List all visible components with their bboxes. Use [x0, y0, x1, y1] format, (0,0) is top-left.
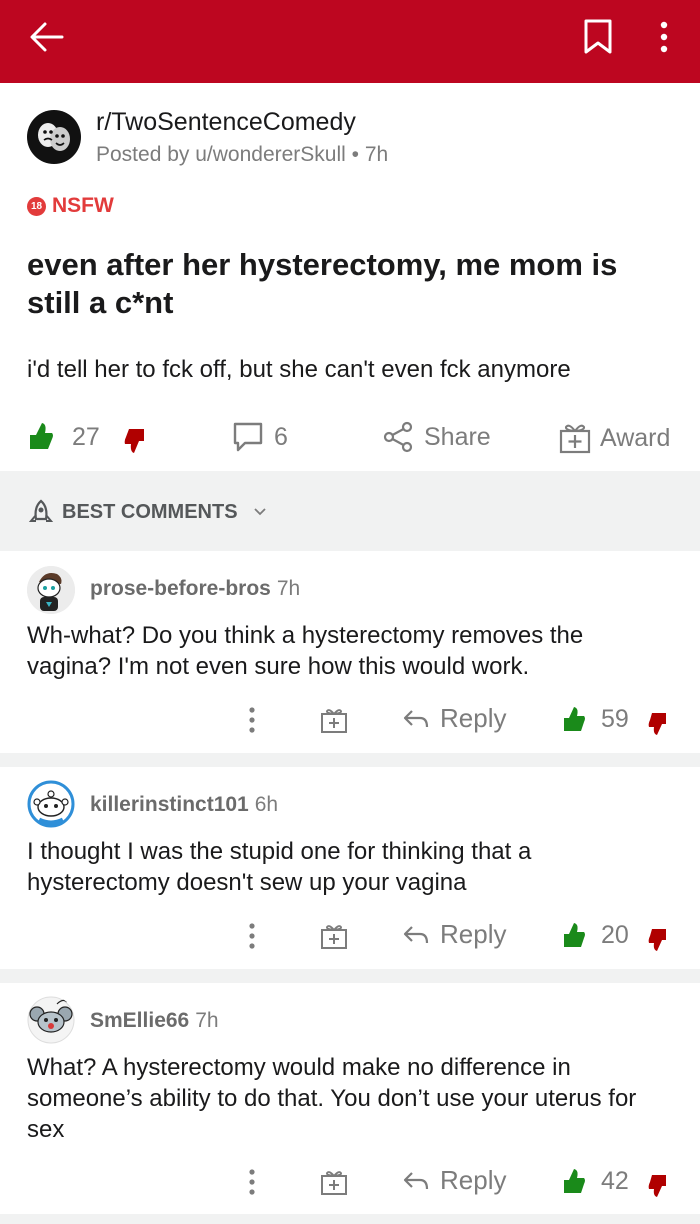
post-card: r/TwoSentenceComedy Posted by u/wonderer…	[0, 83, 700, 471]
comment-sort-bar[interactable]: BEST COMMENTS	[0, 471, 700, 551]
avatar[interactable]	[27, 780, 75, 828]
downvote-icon[interactable]	[648, 711, 668, 737]
reply-arrow-icon	[403, 1171, 429, 1189]
snoo-avatar-icon	[27, 566, 75, 614]
comment-action-bar: Reply 20	[0, 917, 700, 957]
downvote-icon[interactable]	[124, 427, 146, 455]
subreddit-name[interactable]: r/TwoSentenceComedy	[96, 108, 356, 137]
avatar[interactable]	[27, 566, 75, 614]
comment-username[interactable]: prose-before-bros	[90, 577, 271, 600]
post-score: 27	[72, 423, 100, 451]
post-body: i'd tell her to fck off, but she can't e…	[27, 356, 571, 383]
gift-icon	[559, 424, 591, 454]
award-button[interactable]: Award	[558, 421, 670, 455]
rocket-icon	[28, 499, 54, 522]
reply-button[interactable]: Reply	[402, 919, 506, 950]
comment-item: SmEllie66 7h What? A hysterectomy would m…	[0, 983, 700, 1214]
nsfw-18-icon: 18	[27, 196, 46, 216]
comments-button[interactable]: 6	[232, 421, 288, 453]
comment-action-bar: Reply 42	[0, 1163, 700, 1203]
theatre-masks-icon	[38, 123, 70, 151]
post-meta: Posted by u/wondererSkull • 7h	[96, 143, 389, 166]
upvote-icon[interactable]	[562, 921, 586, 949]
gift-icon[interactable]	[320, 922, 348, 950]
avatar[interactable]	[27, 996, 75, 1044]
downvote-icon[interactable]	[648, 927, 668, 953]
post-title: even after her hysterectomy, me mom is s…	[27, 247, 618, 320]
comment-score: 20	[601, 921, 629, 949]
comment-score: 42	[601, 1167, 629, 1195]
comment-separator	[0, 969, 700, 983]
comment-username[interactable]: SmEllie66	[90, 1009, 189, 1032]
comment-body: I thought I was the stupid one for think…	[27, 838, 532, 896]
gift-icon[interactable]	[320, 706, 348, 734]
comment-separator	[0, 753, 700, 767]
more-vertical-icon[interactable]	[244, 1167, 260, 1197]
comment-username[interactable]: killerinstinct101	[90, 793, 249, 816]
arrow-left-icon[interactable]	[26, 16, 68, 58]
more-vertical-icon[interactable]	[244, 921, 260, 951]
upvote-icon[interactable]	[562, 705, 586, 733]
chevron-down-icon	[253, 508, 266, 516]
reply-label: Reply	[440, 919, 507, 949]
reply-arrow-icon	[403, 709, 429, 727]
more-vertical-icon[interactable]	[244, 705, 260, 735]
upvote-icon[interactable]	[28, 421, 54, 451]
share-button[interactable]: Share	[382, 421, 491, 453]
comment-body: What? A hysterectomy would make no diffe…	[27, 1054, 637, 1143]
comment-separator	[0, 1214, 700, 1224]
share-icon	[383, 421, 413, 453]
bookmark-icon[interactable]	[582, 18, 614, 56]
comment-time: 7h	[276, 577, 301, 600]
upvote-icon[interactable]	[562, 1167, 586, 1195]
gift-icon[interactable]	[320, 1168, 348, 1196]
reply-button[interactable]: Reply	[402, 703, 506, 734]
comment-author[interactable]: prose-before-bros 7h	[90, 577, 300, 601]
more-vertical-icon[interactable]	[652, 18, 676, 56]
post-action-bar: 27 6 Share Award	[0, 413, 700, 463]
comment-item: killerinstinct101 6h I thought I was the …	[0, 767, 700, 969]
sort-label: BEST COMMENTS	[62, 500, 238, 523]
comment-body: Wh-what? Do you think a hysterectomy rem…	[27, 622, 584, 680]
nsfw-label: NSFW	[52, 194, 114, 217]
snoo-avatar-icon	[27, 996, 75, 1044]
comment-time: 7h	[195, 1009, 219, 1032]
comment-author[interactable]: SmEllie66 7h	[90, 1009, 219, 1033]
share-label: Share	[424, 422, 491, 451]
comment-count: 6	[274, 422, 288, 451]
nsfw-tag: 18 NSFW	[27, 194, 114, 218]
downvote-icon[interactable]	[648, 1173, 668, 1199]
reply-arrow-icon	[403, 925, 429, 943]
comment-score: 59	[601, 705, 629, 733]
top-app-bar	[0, 0, 700, 83]
reply-label: Reply	[440, 703, 507, 733]
snoo-avatar-icon	[27, 780, 75, 828]
comment-author[interactable]: killerinstinct101 6h	[90, 793, 278, 817]
reply-label: Reply	[440, 1165, 507, 1195]
subreddit-avatar[interactable]	[27, 110, 81, 164]
award-label: Award	[600, 423, 671, 452]
comment-bubble-icon	[233, 422, 263, 452]
comment-time: 6h	[254, 793, 279, 816]
comment-action-bar: Reply 59	[0, 701, 700, 741]
reply-button[interactable]: Reply	[402, 1165, 506, 1196]
comment-item: prose-before-bros 7h Wh-what? Do you thin…	[0, 551, 700, 753]
